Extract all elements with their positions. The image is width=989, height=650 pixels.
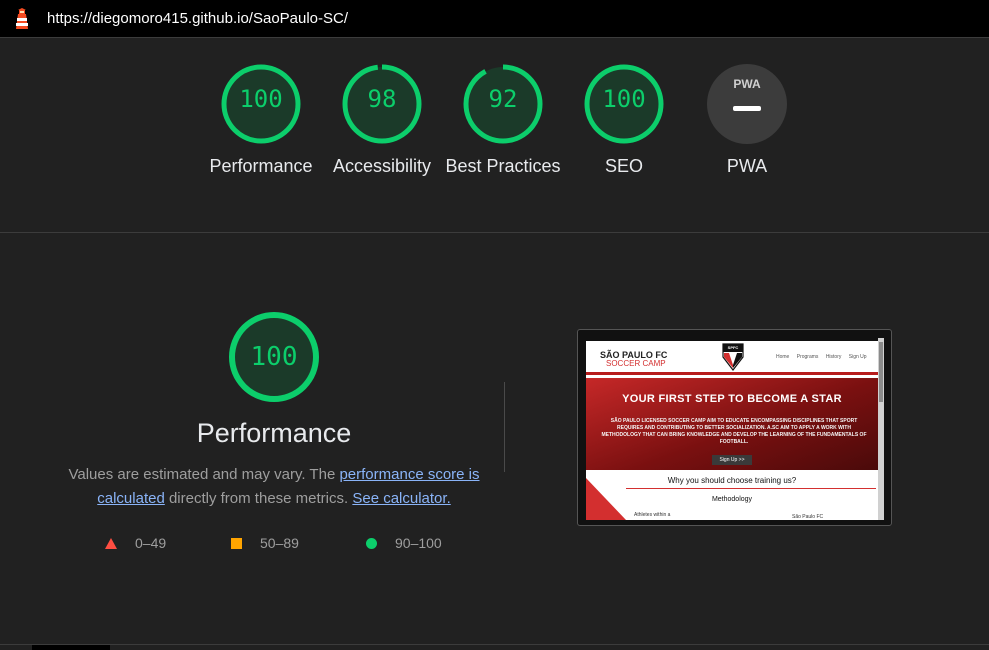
site-nav-link: Home bbox=[776, 354, 790, 360]
site-hero: YOUR FIRST STEP TO BECOME A STAR SÃO PAU… bbox=[586, 378, 878, 470]
nav-stripe bbox=[586, 338, 878, 341]
gauge-score: 100 bbox=[602, 85, 646, 113]
why-underline bbox=[626, 488, 876, 489]
legend-fail: 0–49 bbox=[105, 535, 166, 551]
legend-average-label: 50–89 bbox=[260, 535, 299, 551]
pwa-badge-text: PWA bbox=[733, 77, 761, 91]
vertical-divider bbox=[504, 382, 505, 472]
final-screenshot[interactable]: SÃO PAULO FC SOCCER CAMP SPFC Home Progr… bbox=[577, 329, 892, 526]
lighthouse-icon bbox=[16, 8, 28, 29]
site-nav-link: Programs bbox=[796, 354, 819, 360]
hero-signup-button: Sign Up >> bbox=[712, 455, 752, 465]
see-calculator-link[interactable]: See calculator. bbox=[352, 490, 450, 507]
gauge-pwa[interactable]: PWA PWA bbox=[702, 59, 792, 176]
gauge-label: PWA bbox=[726, 156, 768, 176]
legend-fail-label: 0–49 bbox=[135, 535, 167, 551]
bottom-divider bbox=[0, 644, 989, 650]
section-divider bbox=[0, 232, 989, 233]
performance-gauge-large: 100 bbox=[226, 309, 322, 405]
bottom-tab bbox=[32, 645, 110, 650]
crest-text: SPFC bbox=[727, 345, 739, 350]
url-bar: https://diegomoro415.github.io/SaoPaulo-… bbox=[0, 0, 989, 38]
gauge-accessibility[interactable]: 98 Accessibility bbox=[333, 59, 431, 176]
screenshot-scroll-thumb bbox=[879, 342, 883, 402]
gauge-score: 92 bbox=[488, 85, 518, 113]
pwa-badge-icon bbox=[707, 64, 787, 144]
legend-average: 50–89 bbox=[231, 535, 299, 551]
circle-icon bbox=[366, 537, 377, 549]
methodology-item: Athletes within a bbox=[634, 512, 671, 518]
hero-title: YOUR FIRST STEP TO BECOME A STAR bbox=[622, 393, 842, 405]
screenshot-image: SÃO PAULO FC SOCCER CAMP SPFC Home Progr… bbox=[586, 338, 884, 520]
site-nav-link: Sign Up bbox=[848, 354, 867, 360]
performance-description: Values are estimated and may vary. The p… bbox=[64, 463, 484, 511]
why-title: Why you should choose training us? bbox=[667, 476, 797, 485]
square-icon bbox=[231, 537, 242, 549]
site-nav-links: Home Programs History Sign Up bbox=[776, 354, 873, 360]
desc-text-2: directly from these metrics. bbox=[164, 490, 353, 507]
gauge-label: Accessibility bbox=[332, 156, 432, 176]
legend-pass-label: 90–100 bbox=[395, 535, 442, 551]
legend-pass: 90–100 bbox=[366, 535, 442, 551]
site-nav-link: History bbox=[825, 354, 842, 360]
site-brand-sub: SOCCER CAMP bbox=[606, 359, 666, 368]
gauge-best-practices[interactable]: 92 Best Practices bbox=[445, 59, 561, 176]
gauge-seo[interactable]: 100 SEO bbox=[579, 59, 669, 176]
methodology-heading: Methodology bbox=[711, 496, 753, 503]
page-url[interactable]: https://diegomoro415.github.io/SaoPaulo-… bbox=[47, 10, 348, 27]
site-navbar: SÃO PAULO FC SOCCER CAMP SPFC Home Progr… bbox=[586, 338, 878, 375]
gauge-label: Best Practices bbox=[445, 156, 561, 176]
hero-text: SÃO PAULO LICENSED SOCCER CAMP AIM TO ED… bbox=[601, 418, 867, 445]
methodology-item: São Paulo FC bbox=[792, 514, 824, 520]
gauge-label: SEO bbox=[604, 156, 643, 176]
triangle-icon bbox=[105, 537, 117, 549]
performance-title: Performance bbox=[196, 418, 352, 448]
gauge-performance[interactable]: 100 Performance bbox=[209, 59, 313, 176]
gauge-label: Performance bbox=[209, 156, 313, 176]
gauge-score: 100 bbox=[239, 85, 283, 113]
performance-score: 100 bbox=[250, 342, 298, 372]
gauge-score: 98 bbox=[367, 85, 397, 113]
desc-text-1: Values are estimated and may vary. The bbox=[68, 466, 340, 483]
